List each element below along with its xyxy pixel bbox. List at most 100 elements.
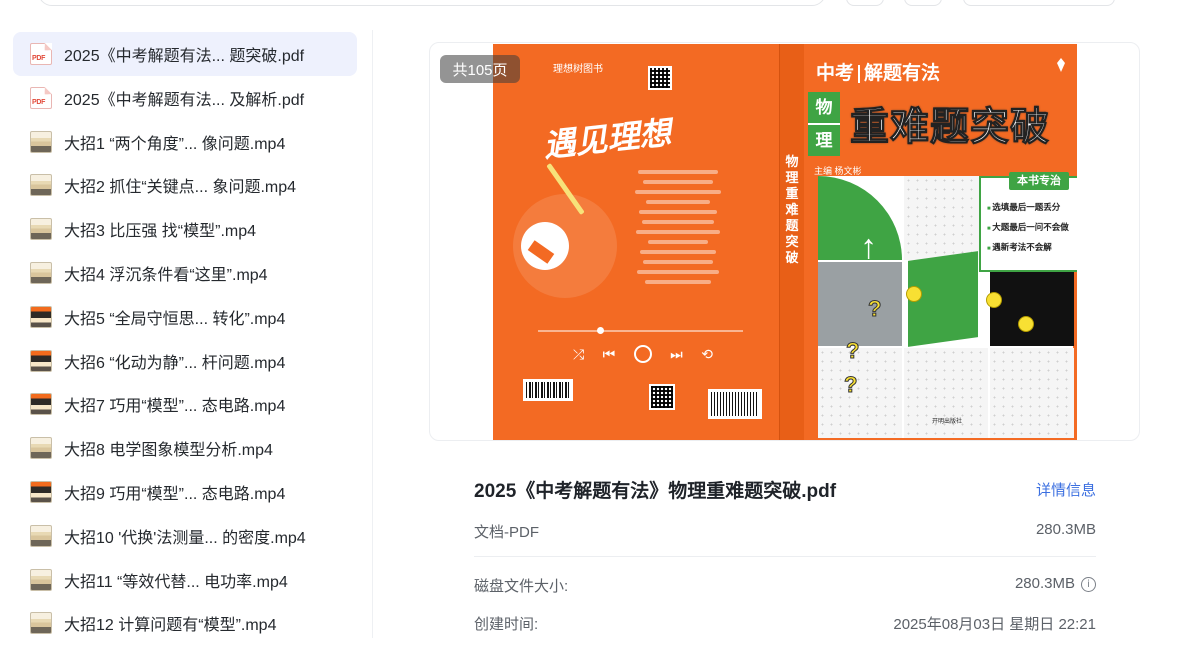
qr-code	[649, 384, 675, 410]
illustration-cell	[904, 176, 988, 260]
pdf-file-icon	[30, 43, 52, 65]
disk-size-label: 磁盘文件大小:	[474, 578, 569, 595]
series-name: 中考	[816, 63, 855, 84]
badge-line: 大题最后一问不会做	[987, 221, 1069, 233]
file-name: 大招12 计算问题有“模型”.mp4	[64, 617, 277, 635]
barcode-isbn	[708, 389, 762, 419]
illustration-cell	[990, 348, 1074, 438]
video-file-icon	[30, 262, 52, 284]
page-count-badge: 共105页	[440, 55, 520, 83]
divider	[474, 556, 1096, 557]
publisher-mark: 理想树图书	[553, 64, 603, 75]
toolbar-button[interactable]	[904, 0, 942, 6]
file-name: 大招3 比压强 找“模型”.mp4	[64, 223, 257, 241]
cover-main-title: 重难题突破	[849, 106, 1051, 150]
video-file-icon	[30, 481, 52, 503]
video-file-icon	[30, 174, 52, 197]
badge-line: 遇新考法不会解	[987, 241, 1052, 253]
search-input[interactable]	[38, 0, 826, 6]
info-icon[interactable]: i	[1081, 577, 1096, 592]
question-mark-icon: ?	[845, 338, 860, 364]
player-controls: ⤮ ⏮ ⏭ ⟲	[573, 344, 713, 364]
qr-code	[648, 66, 672, 90]
details-link[interactable]: 详情信息	[1036, 479, 1096, 500]
file-list-item[interactable]: 大招5 “全局守恒思... 转化”.mp4	[13, 295, 357, 339]
file-list-item[interactable]: 大招7 巧用“模型”... 态电路.mp4	[13, 382, 357, 426]
book-spine: 物理 重难题突破	[779, 44, 805, 440]
file-list-item[interactable]: 大招3 比压强 找“模型”.mp4	[13, 207, 357, 251]
video-file-icon	[30, 349, 52, 372]
lightbulb-icon	[1018, 316, 1034, 332]
file-list-item[interactable]: 大招12 计算问题有“模型”.mp4	[13, 601, 357, 645]
video-file-icon	[30, 393, 52, 416]
file-list-item[interactable]: 大招2 抓住“关键点... 象问题.mp4	[13, 163, 357, 207]
player-progress	[538, 330, 743, 332]
lightbulb-icon	[906, 286, 922, 302]
file-list-item[interactable]: 大招9 巧用“模型”... 态电路.mp4	[13, 470, 357, 514]
player-progress-dot	[597, 327, 604, 334]
repeat-icon: ⟲	[701, 345, 713, 362]
file-list-item[interactable]: 大招1 “两个角度”... 像问题.mp4	[13, 120, 357, 164]
file-name: 2025《中考解题有法... 及解析.pdf	[64, 91, 305, 109]
subject-char: 理	[815, 131, 833, 150]
file-name: 大招6 “化动为静”... 杆问题.mp4	[64, 354, 286, 372]
created-time-value: 2025年08月03日 星期日 22:21	[893, 616, 1096, 633]
publisher-name: 开明出版社	[932, 419, 963, 425]
file-name: 大招11 “等效代替... 电功率.mp4	[64, 573, 288, 591]
disk-size-value: 280.3MB i	[1015, 575, 1096, 592]
disk-size-text: 280.3MB	[1014, 575, 1075, 592]
lightbulb-icon	[986, 292, 1002, 308]
file-name: 大招2 抓住“关键点... 象问题.mp4	[64, 179, 297, 197]
video-file-icon	[30, 612, 52, 635]
video-file-icon	[30, 218, 52, 241]
file-type-label: 文档-PDF	[474, 524, 539, 541]
file-list-item[interactable]: 2025《中考解题有法... 题突破.pdf	[13, 32, 357, 76]
badge-line: 选填最后一题丢分	[987, 201, 1060, 213]
record-center	[521, 222, 569, 270]
question-mark-icon: ?	[843, 372, 858, 398]
file-list-item[interactable]: 大招11 “等效代替... 电功率.mp4	[13, 558, 357, 602]
subject-char: 物	[808, 92, 840, 125]
back-cover-text	[633, 164, 723, 290]
file-title: 2025《中考解题有法》物理重难题突破.pdf	[474, 481, 837, 502]
shuffle-icon: ⤮	[573, 345, 585, 362]
pdf-file-icon	[30, 86, 52, 109]
front-cover: 中考 解题有法 物 理 重难题突破 主编 杨文彬 ↑ ? ? ? 本书专治 ■ …	[804, 44, 1077, 440]
file-list-item[interactable]: 大招8 电学图象模型分析.mp4	[13, 426, 357, 470]
video-file-icon	[30, 568, 52, 591]
preview-card: 理想树图书 遇见理想 ⤮ ⏮ ⏭ ⟲ 物理 重难题突破 中考 解题有法 物 理 …	[429, 42, 1140, 441]
created-time-label: 创建时间:	[474, 616, 539, 633]
pause-icon	[633, 345, 652, 363]
brand-logo-icon	[1052, 56, 1070, 74]
toolbar-dropdown[interactable]	[963, 0, 1115, 6]
file-name: 大招8 电学图象模型分析.mp4	[64, 442, 273, 460]
file-list-item[interactable]: 大招6 “化动为静”... 杆问题.mp4	[13, 339, 357, 383]
file-type-size: 280.3MB	[1035, 521, 1096, 538]
file-name: 大招9 巧用“模型”... 态电路.mp4	[64, 486, 286, 503]
file-name: 大招5 “全局守恒思... 转化”.mp4	[64, 310, 286, 328]
divider	[372, 30, 373, 638]
video-file-icon	[30, 305, 52, 328]
series-subtitle: 解题有法	[864, 63, 941, 84]
file-name: 大招7 巧用“模型”... 态电路.mp4	[64, 398, 286, 416]
file-name: 2025《中考解题有法... 题突破.pdf	[64, 48, 305, 65]
next-icon: ⏭	[670, 345, 683, 362]
illustration-cell	[818, 348, 902, 438]
video-file-icon	[30, 130, 52, 153]
file-list-item[interactable]: 大招4 浮沉条件看“这里”.mp4	[13, 251, 357, 295]
subject-label: 物 理	[808, 92, 840, 156]
file-list: 2025《中考解题有法... 题突破.pdf 2025《中考解题有法... 及解析…	[0, 30, 372, 638]
book-cover-image: 理想树图书 遇见理想 ⤮ ⏮ ⏭ ⟲ 物理 重难题突破 中考 解题有法 物 理 …	[493, 44, 1077, 440]
series-title: 中考 解题有法	[816, 58, 940, 85]
back-cover-title: 遇见理想	[541, 113, 673, 165]
video-file-icon	[30, 524, 52, 547]
toolbar-button[interactable]	[846, 0, 884, 6]
previous-icon: ⏮	[602, 345, 616, 362]
file-list-item[interactable]: 2025《中考解题有法... 及解析.pdf	[13, 76, 357, 120]
illustration-cell	[818, 262, 902, 346]
top-toolbar	[0, 0, 1197, 8]
file-list-item[interactable]: 大招10 '代换'法测量... 的密度.mp4	[13, 514, 357, 558]
file-name: 大招1 “两个角度”... 像问题.mp4	[64, 135, 286, 153]
badge-title: 本书专治	[1009, 172, 1069, 190]
spine-text: 物理 重难题突破	[785, 154, 799, 265]
